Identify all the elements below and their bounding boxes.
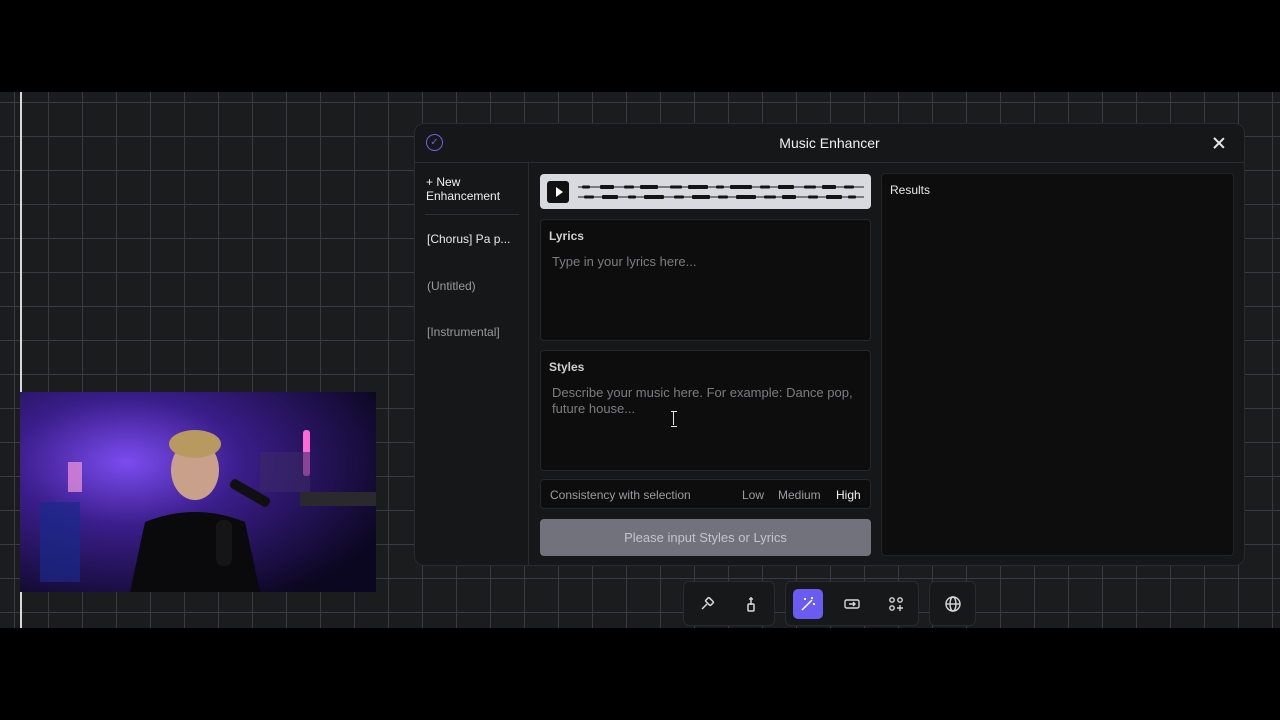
history-item-instrumental[interactable]: [Instrumental]	[427, 325, 519, 339]
play-button[interactable]	[547, 181, 569, 203]
text-cursor-icon	[671, 411, 677, 427]
toolbar-group-ai	[785, 581, 919, 626]
lyrics-label: Lyrics	[549, 229, 584, 243]
music-enhancer-dialog: ✓ Music Enhancer + New Enhancement [Chor…	[414, 123, 1245, 566]
toolbar-group-edit	[683, 581, 775, 626]
toolbar-group-globe	[929, 581, 976, 626]
styles-input[interactable]: Describe your music here. For example: D…	[552, 385, 860, 417]
consistency-label: Consistency with selection	[550, 488, 691, 502]
dialog-header: ✓ Music Enhancer	[415, 124, 1244, 163]
history-item-chorus[interactable]: [Chorus] Pa p...	[427, 232, 519, 246]
tuning-icon[interactable]	[736, 589, 766, 619]
history-item-untitled[interactable]: (Untitled)	[427, 279, 519, 293]
submit-button[interactable]: Please input Styles or Lyrics	[540, 519, 871, 556]
results-label: Results	[890, 183, 931, 197]
play-icon	[555, 187, 563, 197]
brush-icon[interactable]	[692, 589, 722, 619]
consistency-selector: Consistency with selection Low Medium Hi…	[540, 479, 871, 509]
consistency-low-option[interactable]: Low	[742, 488, 764, 502]
results-panel: Results	[881, 173, 1234, 556]
lyrics-input[interactable]: Type in your lyrics here...	[552, 254, 860, 270]
webcam-scene	[20, 392, 376, 592]
consistency-high-option[interactable]: High	[836, 488, 861, 502]
globe-icon[interactable]	[938, 589, 968, 619]
styles-label: Styles	[549, 360, 585, 374]
swap-icon[interactable]	[837, 589, 867, 619]
lyrics-panel: Lyrics Type in your lyrics here...	[540, 219, 871, 341]
styles-panel: Styles Describe your music here. For exa…	[540, 350, 871, 471]
new-enhancement-button[interactable]: + New Enhancement	[426, 175, 518, 203]
sidebar-divider	[425, 214, 519, 215]
audio-player	[540, 174, 871, 209]
dialog-title: Music Enhancer	[779, 135, 880, 151]
apps-plus-icon[interactable]	[881, 589, 911, 619]
close-icon[interactable]	[1210, 134, 1228, 152]
magic-wand-icon[interactable]	[793, 589, 823, 619]
waveform[interactable]	[578, 180, 864, 204]
webcam-overlay	[20, 392, 376, 592]
consistency-medium-option[interactable]: Medium	[778, 488, 821, 502]
enhancement-history-sidebar: + New Enhancement [Chorus] Pa p... (Unti…	[415, 163, 529, 565]
